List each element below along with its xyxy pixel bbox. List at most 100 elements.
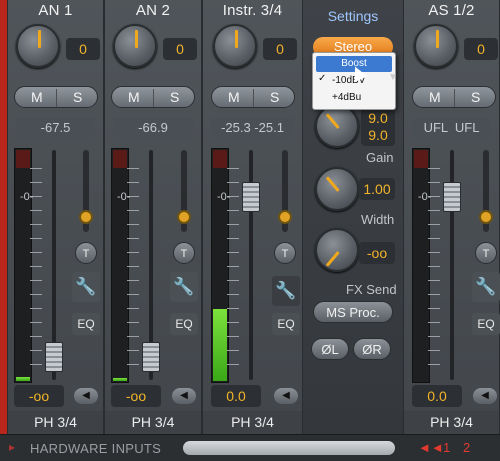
gain-knob[interactable] <box>315 104 359 148</box>
meter-fill <box>16 377 30 381</box>
mute-button[interactable]: M <box>31 89 43 105</box>
channel-routing[interactable]: PH 3/4 <box>203 411 302 434</box>
gain-value[interactable]: 0 <box>163 38 197 60</box>
divider <box>454 89 455 107</box>
eq-button[interactable]: EQ <box>472 313 500 335</box>
mute-button[interactable]: M <box>128 89 140 105</box>
fader-handle[interactable] <box>142 342 160 372</box>
clip-indicator <box>113 150 127 168</box>
gain-value[interactable]: 0 <box>66 38 100 60</box>
arrow-left-icon[interactable]: ◀ <box>274 388 298 404</box>
wrench-icon[interactable]: 🔧 <box>72 272 100 302</box>
knob-indicator <box>235 30 238 48</box>
width-knob[interactable] <box>315 228 359 272</box>
phase-left-button[interactable]: ØL <box>311 338 349 360</box>
gain-knob-value[interactable]: 1.00 <box>359 178 395 200</box>
gain-adjust-knob[interactable] <box>315 167 359 211</box>
divider <box>153 89 154 107</box>
peak-readout: -25.3 -25.1 <box>211 118 294 138</box>
solo-button[interactable]: S <box>170 89 179 105</box>
arrow-left-icon[interactable]: ◀ <box>172 388 196 404</box>
wrench-icon[interactable]: 🔧 <box>272 276 300 306</box>
fader-level[interactable]: -oo <box>14 385 64 407</box>
gain-knob[interactable] <box>113 24 157 68</box>
peak-readout: UFL UFL <box>412 118 491 138</box>
knob-indicator <box>325 113 340 129</box>
divider <box>56 89 57 107</box>
solo-button[interactable]: S <box>73 89 82 105</box>
gain-value[interactable]: 0 <box>263 38 297 60</box>
fader-level[interactable]: 0.0 <box>211 385 261 407</box>
gain-value-left[interactable]: 9.0 <box>361 110 395 127</box>
page-2-button[interactable]: 2 <box>463 440 470 455</box>
gain-value-right[interactable]: 9.0 <box>361 127 395 144</box>
mute-solo-buttons[interactable]: M S <box>211 86 295 108</box>
gain-value[interactable]: 0 <box>464 38 498 60</box>
pan-slider-knob[interactable] <box>278 210 292 224</box>
fader-handle[interactable] <box>45 342 63 372</box>
clip-indicator <box>16 150 30 168</box>
menu-item-plus4dbu[interactable]: +4dBu <box>316 90 392 106</box>
talkback-button[interactable]: T <box>173 242 195 264</box>
clip-indicator <box>414 150 428 168</box>
wrench-icon[interactable]: 🔧 <box>170 272 198 302</box>
bottom-bar: ▸ HARDWARE INPUTS ◄◄ 1 2 <box>0 434 500 461</box>
pan-slider-knob[interactable] <box>177 210 191 224</box>
chevron-down-icon[interactable]: ▼ <box>388 72 400 86</box>
solo-button[interactable]: S <box>471 89 480 105</box>
zero-mark: -0- <box>418 191 432 203</box>
mute-button[interactable]: M <box>429 89 441 105</box>
gain-knob[interactable] <box>16 24 60 68</box>
knob-indicator <box>325 176 340 192</box>
fader-handle[interactable] <box>242 182 260 212</box>
wrench-icon[interactable]: 🔧 <box>472 272 500 302</box>
knob-indicator <box>436 30 439 48</box>
scroll-left-arrow[interactable]: ◄◄ <box>418 440 444 455</box>
page-1-button[interactable]: 1 <box>443 440 450 455</box>
ms-proc-button[interactable]: MS Proc. <box>313 301 393 323</box>
fader-handle[interactable] <box>443 182 461 212</box>
horizontal-scrollbar[interactable] <box>183 441 395 455</box>
knob-indicator <box>135 30 138 48</box>
gain-values: 9.0 9.0 <box>361 108 395 146</box>
zero-mark: -0- <box>20 191 34 203</box>
arrow-left-icon[interactable]: ◀ <box>473 388 497 404</box>
talkback-button[interactable]: T <box>475 242 497 264</box>
fx-send-label: FX Send <box>346 282 397 297</box>
channel-routing[interactable]: PH 3/4 <box>105 411 201 434</box>
fader-level[interactable]: 0.0 <box>412 385 462 407</box>
talkback-button[interactable]: T <box>274 242 296 264</box>
pan-slider-knob[interactable] <box>479 210 493 224</box>
channel-title: AN 1 <box>38 2 73 19</box>
channel-strip-instr34: Instr. 3/4 0 M S -25.3 -25.1 -0- T 🔧 EQ … <box>202 0 303 434</box>
pan-slider-knob[interactable] <box>79 210 93 224</box>
channel-routing[interactable]: PH 3/4 <box>8 411 103 434</box>
mute-solo-buttons[interactable]: M S <box>111 86 195 108</box>
peak-readout: -66.9 <box>113 118 193 138</box>
knob-indicator <box>325 251 340 267</box>
hardware-icon: ▸ <box>9 440 16 454</box>
arrow-left-icon[interactable]: ◀ <box>74 388 98 404</box>
divider <box>253 89 254 107</box>
talkback-button[interactable]: T <box>75 242 97 264</box>
eq-button[interactable]: EQ <box>272 313 300 335</box>
mute-solo-buttons[interactable]: M S <box>412 86 496 108</box>
left-red-bar <box>0 0 7 461</box>
mute-solo-buttons[interactable]: M S <box>14 86 98 108</box>
gain-knob[interactable] <box>414 24 458 68</box>
solo-button[interactable]: S <box>270 89 279 105</box>
channel-strip-as12: AS 1/2 0 M S UFL UFL -0- T 🔧 EQ 0.0 ◀ PH… <box>403 0 500 434</box>
mute-button[interactable]: M <box>228 89 240 105</box>
width-value[interactable]: -oo <box>359 242 395 264</box>
zero-mark: -0- <box>117 191 131 203</box>
channel-routing[interactable]: PH 3/4 <box>404 411 499 434</box>
width-label: Width <box>361 212 395 227</box>
section-label: HARDWARE INPUTS <box>30 441 162 456</box>
fader-level[interactable]: -oo <box>111 385 161 407</box>
phase-right-button[interactable]: ØR <box>353 338 391 360</box>
eq-button[interactable]: EQ <box>72 313 100 335</box>
eq-button[interactable]: EQ <box>170 313 198 335</box>
channel-title: Instr. 3/4 <box>222 2 283 19</box>
channel-title: AS 1/2 <box>428 2 475 19</box>
gain-knob[interactable] <box>213 24 257 68</box>
